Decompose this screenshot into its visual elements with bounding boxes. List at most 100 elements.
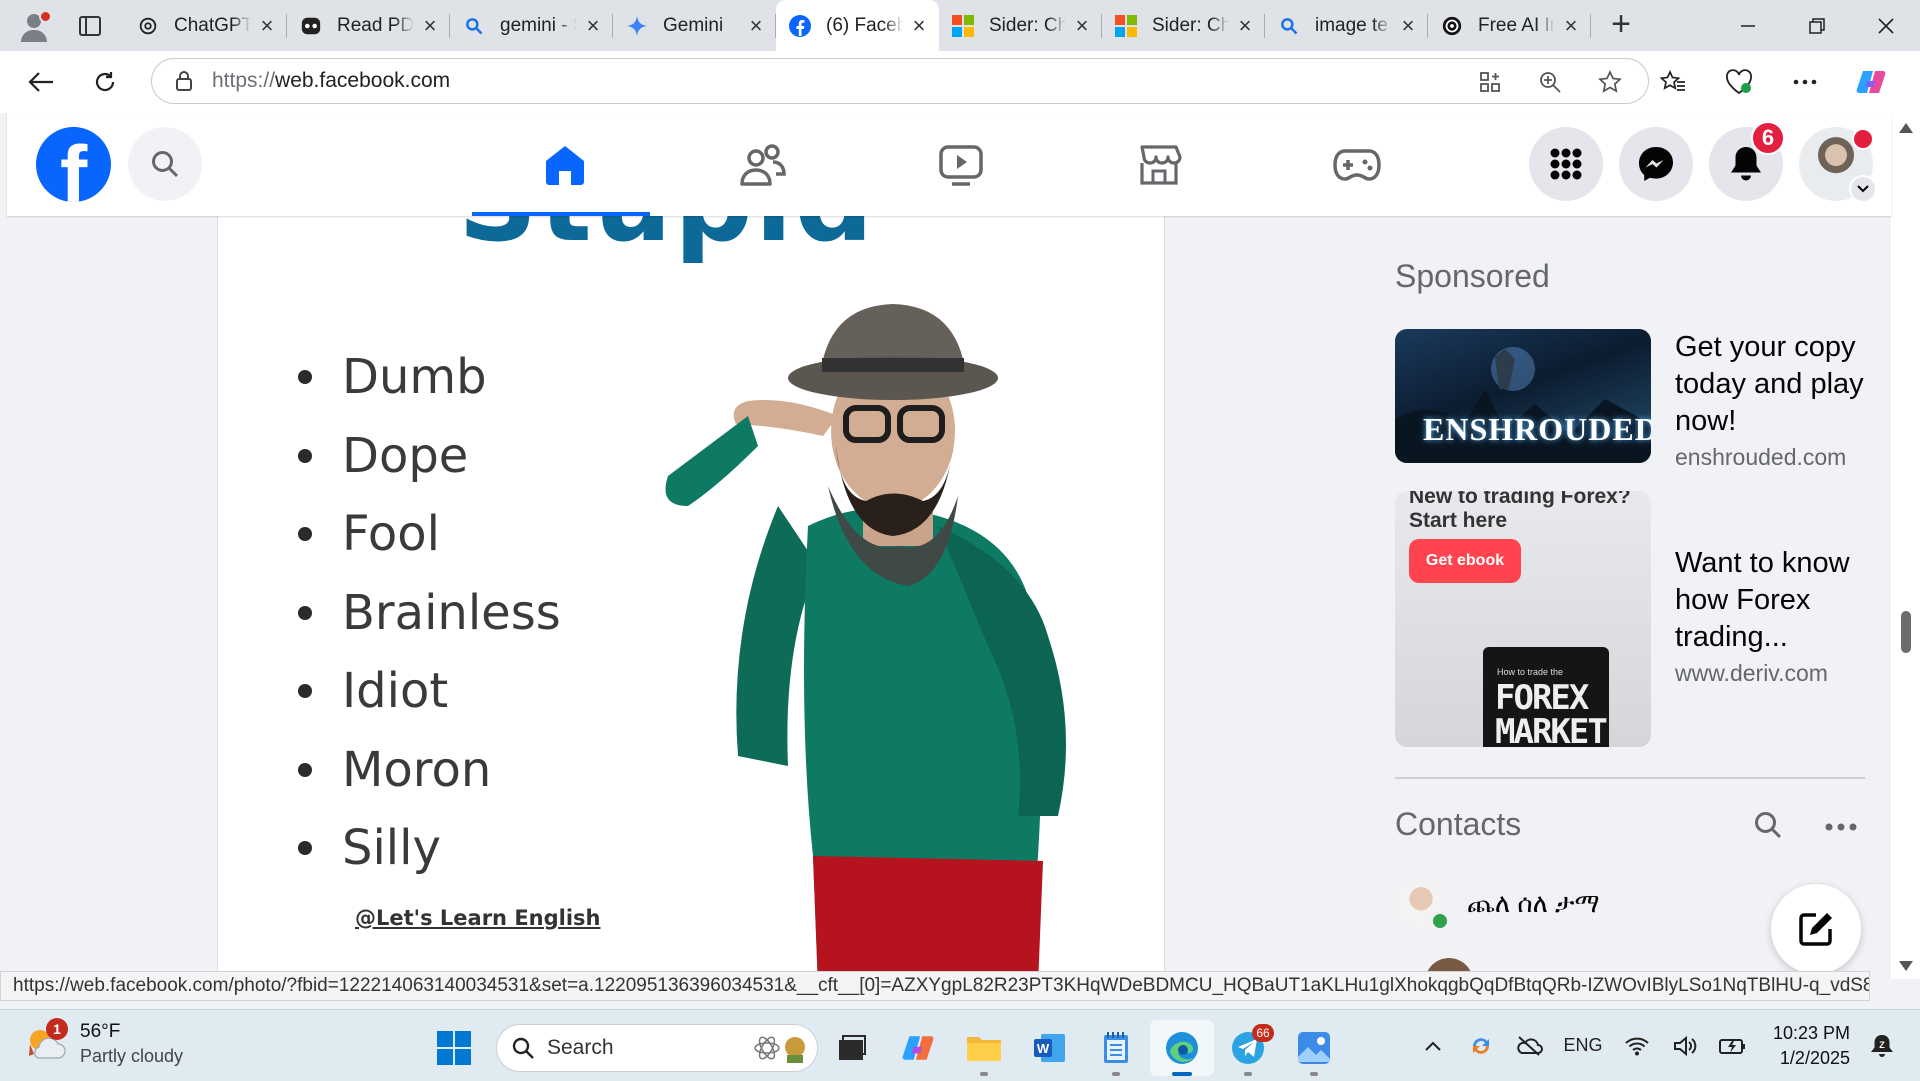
edge-app[interactable] bbox=[1150, 1020, 1214, 1076]
tab-image-search[interactable]: image te × bbox=[1265, 0, 1428, 51]
contact-item[interactable]: ጨለ ሰለ ታማ bbox=[1395, 878, 1600, 930]
task-view-button[interactable] bbox=[820, 1020, 884, 1076]
ai-icon bbox=[1440, 14, 1464, 38]
onedrive-offline-icon[interactable] bbox=[1505, 1022, 1553, 1070]
weather-widget[interactable]: 1 56°F Partly cloudy bbox=[24, 1018, 183, 1068]
page-scrollbar[interactable] bbox=[1891, 113, 1920, 979]
tab-close-icon[interactable]: × bbox=[1398, 14, 1418, 36]
menu-grid-icon bbox=[1550, 148, 1582, 180]
post-image[interactable]: Stupid Dumb Dope Fool Brainless Idiot Mo… bbox=[217, 216, 1165, 979]
tab-close-icon[interactable]: × bbox=[746, 14, 766, 36]
facebook-search-button[interactable] bbox=[128, 127, 202, 201]
tab-facebook[interactable]: (6) Facebook × bbox=[776, 0, 939, 51]
microsoft-icon bbox=[951, 14, 975, 38]
tab-gemini[interactable]: Gemini × bbox=[613, 0, 776, 51]
url-protocol: https:// bbox=[212, 69, 276, 92]
start-button[interactable] bbox=[428, 1022, 480, 1074]
telegram-app[interactable]: 66 bbox=[1216, 1020, 1280, 1076]
notification-count-badge: 6 bbox=[1751, 121, 1785, 155]
weather-temperature: 56°F bbox=[80, 1021, 121, 1042]
minimize-button[interactable] bbox=[1713, 0, 1782, 51]
scrollbar-thumb[interactable] bbox=[1901, 611, 1911, 653]
tab-actions-button[interactable] bbox=[70, 6, 110, 46]
sponsored-ad-enshrouded[interactable]: ENSHROUDED Get your copy today and play … bbox=[1395, 329, 1865, 470]
browser-essentials-icon[interactable] bbox=[1706, 59, 1772, 105]
address-bar[interactable]: https://web.facebook.com bbox=[151, 58, 1649, 104]
more-options-icon[interactable] bbox=[1772, 59, 1838, 105]
show-hidden-icons-chevron-icon[interactable] bbox=[1409, 1022, 1457, 1070]
input-language-indicator[interactable]: ENG bbox=[1553, 1035, 1613, 1056]
nav-gaming[interactable] bbox=[1258, 113, 1456, 216]
profile-alert-dot bbox=[39, 9, 52, 23]
tab-label: Sider: Ch bbox=[989, 14, 1066, 36]
chatgpt-icon bbox=[136, 14, 160, 38]
copilot-taskbar-app[interactable] bbox=[886, 1020, 950, 1076]
messenger-button[interactable] bbox=[1619, 127, 1693, 201]
tab-close-icon[interactable]: × bbox=[909, 14, 929, 36]
contacts-more-icon[interactable] bbox=[1825, 818, 1857, 836]
facebook-header: f 6 bbox=[7, 113, 1891, 216]
address-toolbar: https://web.facebook.com bbox=[0, 51, 1920, 113]
word-app[interactable]: W bbox=[1018, 1020, 1082, 1076]
profile-avatar-button[interactable] bbox=[14, 6, 54, 46]
back-button[interactable] bbox=[19, 60, 63, 104]
running-indicator bbox=[1310, 1072, 1318, 1076]
search-icon bbox=[512, 1037, 534, 1059]
close-window-button[interactable] bbox=[1851, 0, 1920, 51]
ad-image[interactable]: New to trading Forex? Start here Get ebo… bbox=[1395, 491, 1651, 747]
word-icon: W bbox=[1034, 1034, 1065, 1062]
new-message-button[interactable] bbox=[1771, 884, 1861, 974]
tab-chatgpt[interactable]: ChatGPT × bbox=[124, 0, 287, 51]
scroll-down-arrow[interactable] bbox=[1899, 961, 1913, 971]
contacts-search-icon[interactable] bbox=[1753, 810, 1783, 845]
volume-icon[interactable] bbox=[1661, 1022, 1709, 1070]
zoom-icon[interactable] bbox=[1520, 71, 1580, 93]
friends-icon bbox=[740, 143, 786, 186]
tab-sider-2[interactable]: Sider: Ch × bbox=[1102, 0, 1265, 51]
copilot-icon[interactable] bbox=[1838, 59, 1904, 105]
menu-button[interactable] bbox=[1529, 127, 1603, 201]
man-pointing-at-head-illustration bbox=[665, 304, 1066, 979]
battery-charging-icon[interactable] bbox=[1709, 1022, 1757, 1070]
tab-close-icon[interactable]: × bbox=[583, 14, 603, 36]
system-clock[interactable]: 10:23 PM 1/2/2025 bbox=[1773, 1021, 1850, 1071]
tab-gemini-search[interactable]: gemini - S × bbox=[450, 0, 613, 51]
facebook-logo-icon[interactable]: f bbox=[36, 127, 111, 202]
taskbar-search-box[interactable]: Search bbox=[496, 1024, 818, 1072]
notifications-button[interactable]: 6 bbox=[1709, 121, 1785, 201]
notification-center-icon[interactable]: Z bbox=[1858, 1022, 1906, 1070]
reload-button[interactable] bbox=[83, 60, 127, 104]
ad-image[interactable]: ENSHROUDED bbox=[1395, 329, 1651, 463]
tab-close-icon[interactable]: × bbox=[257, 14, 277, 36]
tab-free-ai[interactable]: Free AI Im × bbox=[1428, 0, 1591, 51]
nav-friends[interactable] bbox=[664, 113, 862, 216]
chevron-down-icon[interactable] bbox=[1849, 175, 1877, 203]
ad-get-ebook-button[interactable]: Get ebook bbox=[1409, 539, 1521, 583]
file-explorer-app[interactable] bbox=[952, 1020, 1016, 1076]
favorites-icon[interactable] bbox=[1640, 59, 1706, 105]
nav-video[interactable] bbox=[862, 113, 1060, 216]
tab-close-icon[interactable]: × bbox=[1072, 14, 1092, 36]
tab-close-icon[interactable]: × bbox=[1235, 14, 1255, 36]
ad-title: Get your copy today and play now! bbox=[1675, 331, 1864, 437]
account-avatar[interactable] bbox=[1799, 127, 1877, 203]
restore-button[interactable] bbox=[1782, 0, 1851, 51]
tab-close-icon[interactable]: × bbox=[1561, 14, 1581, 36]
tab-read-pdf[interactable]: Read PDF × bbox=[287, 0, 450, 51]
notepad-app[interactable] bbox=[1084, 1020, 1148, 1076]
new-tab-button[interactable]: + bbox=[1599, 4, 1643, 48]
tab-label: image te bbox=[1315, 14, 1388, 36]
nav-home[interactable] bbox=[466, 113, 664, 216]
wifi-icon[interactable] bbox=[1613, 1022, 1661, 1070]
tab-close-icon[interactable]: × bbox=[420, 14, 440, 36]
favorite-star-icon[interactable] bbox=[1580, 70, 1640, 94]
sync-icon[interactable] bbox=[1457, 1022, 1505, 1070]
search-icon bbox=[1277, 14, 1301, 38]
app-available-icon[interactable] bbox=[1460, 71, 1520, 93]
tab-sider-1[interactable]: Sider: Ch × bbox=[939, 0, 1102, 51]
sponsored-ad-deriv[interactable]: New to trading Forex? Start here Get ebo… bbox=[1395, 491, 1865, 747]
photos-app[interactable] bbox=[1282, 1020, 1346, 1076]
scroll-up-arrow[interactable] bbox=[1899, 123, 1913, 133]
post-image-title: Stupid bbox=[458, 216, 875, 266]
nav-marketplace[interactable] bbox=[1060, 113, 1258, 216]
